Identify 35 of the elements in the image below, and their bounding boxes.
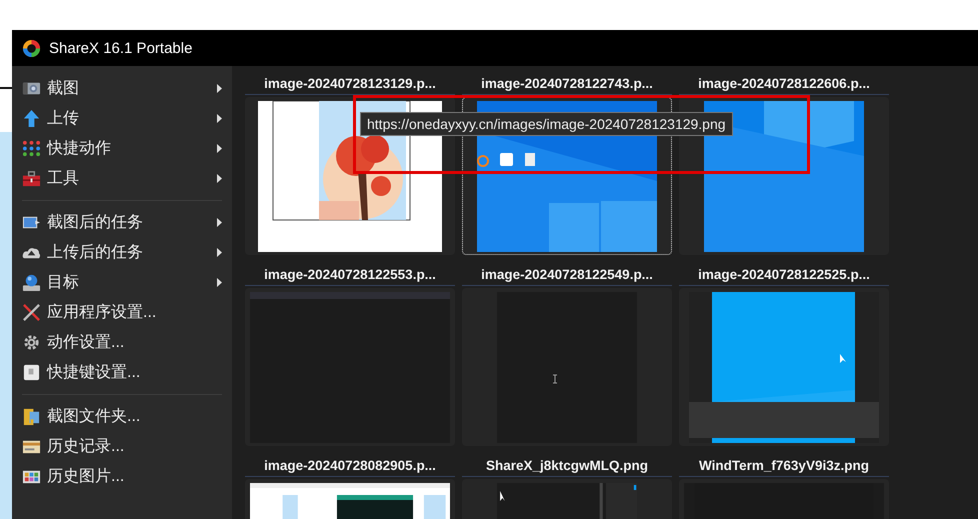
file-name: image-20240728122553.p... — [245, 267, 455, 286]
file-name: WindTerm_f763yV9i3z.png — [679, 458, 889, 477]
menu-item[interactable]: 工具 — [12, 163, 232, 193]
gear-icon — [22, 332, 41, 352]
file-name: image-20240728122743.p... — [462, 76, 672, 95]
app-logo-icon — [22, 38, 41, 58]
menu-item[interactable]: 截图 — [12, 73, 232, 103]
file-name: ShareX_j8ktcgwMLQ.png — [462, 458, 672, 477]
menu-item[interactable]: 快捷键设置... — [12, 357, 232, 387]
menu-item[interactable]: 截图后的任务 — [12, 207, 232, 237]
window-title: ShareX 16.1 Portable — [49, 40, 192, 56]
url-tooltip: https://onedayxyy.cn/images/image-20240728123129.png — [360, 112, 733, 136]
menu-item[interactable]: 动作设置... — [12, 327, 232, 357]
menu-item[interactable]: 上传后的任务 — [12, 237, 232, 267]
menu-item[interactable]: 历史记录... — [12, 431, 232, 461]
folder-icon — [22, 406, 41, 426]
up-arrow-icon — [22, 108, 41, 128]
file-name: image-20240728122525.p... — [679, 267, 889, 286]
thumbnail-card[interactable] — [462, 288, 672, 446]
background-line — [0, 87, 12, 89]
file-name: image-20240728082905.p... — [245, 458, 455, 477]
menu-item[interactable]: 历史图片... — [12, 461, 232, 491]
dot-grid-icon — [22, 138, 41, 158]
file-name: image-20240728122549.p... — [462, 267, 672, 286]
menu-item[interactable]: 上传 — [12, 103, 232, 133]
keyboard-key-icon — [22, 362, 41, 382]
tools-icon — [22, 302, 41, 322]
menu-item[interactable]: 目标 — [12, 267, 232, 297]
menu-item[interactable]: 截图文件夹... — [12, 401, 232, 431]
menu-item[interactable]: 快捷动作 — [12, 133, 232, 163]
globe-drive-icon — [22, 272, 41, 292]
menu-item[interactable]: 应用程序设置... — [12, 297, 232, 327]
file-name: image-20240728122606.p... — [679, 76, 889, 95]
file-name: image-20240728123129.p... — [245, 76, 455, 95]
toolbox-icon — [22, 168, 41, 188]
